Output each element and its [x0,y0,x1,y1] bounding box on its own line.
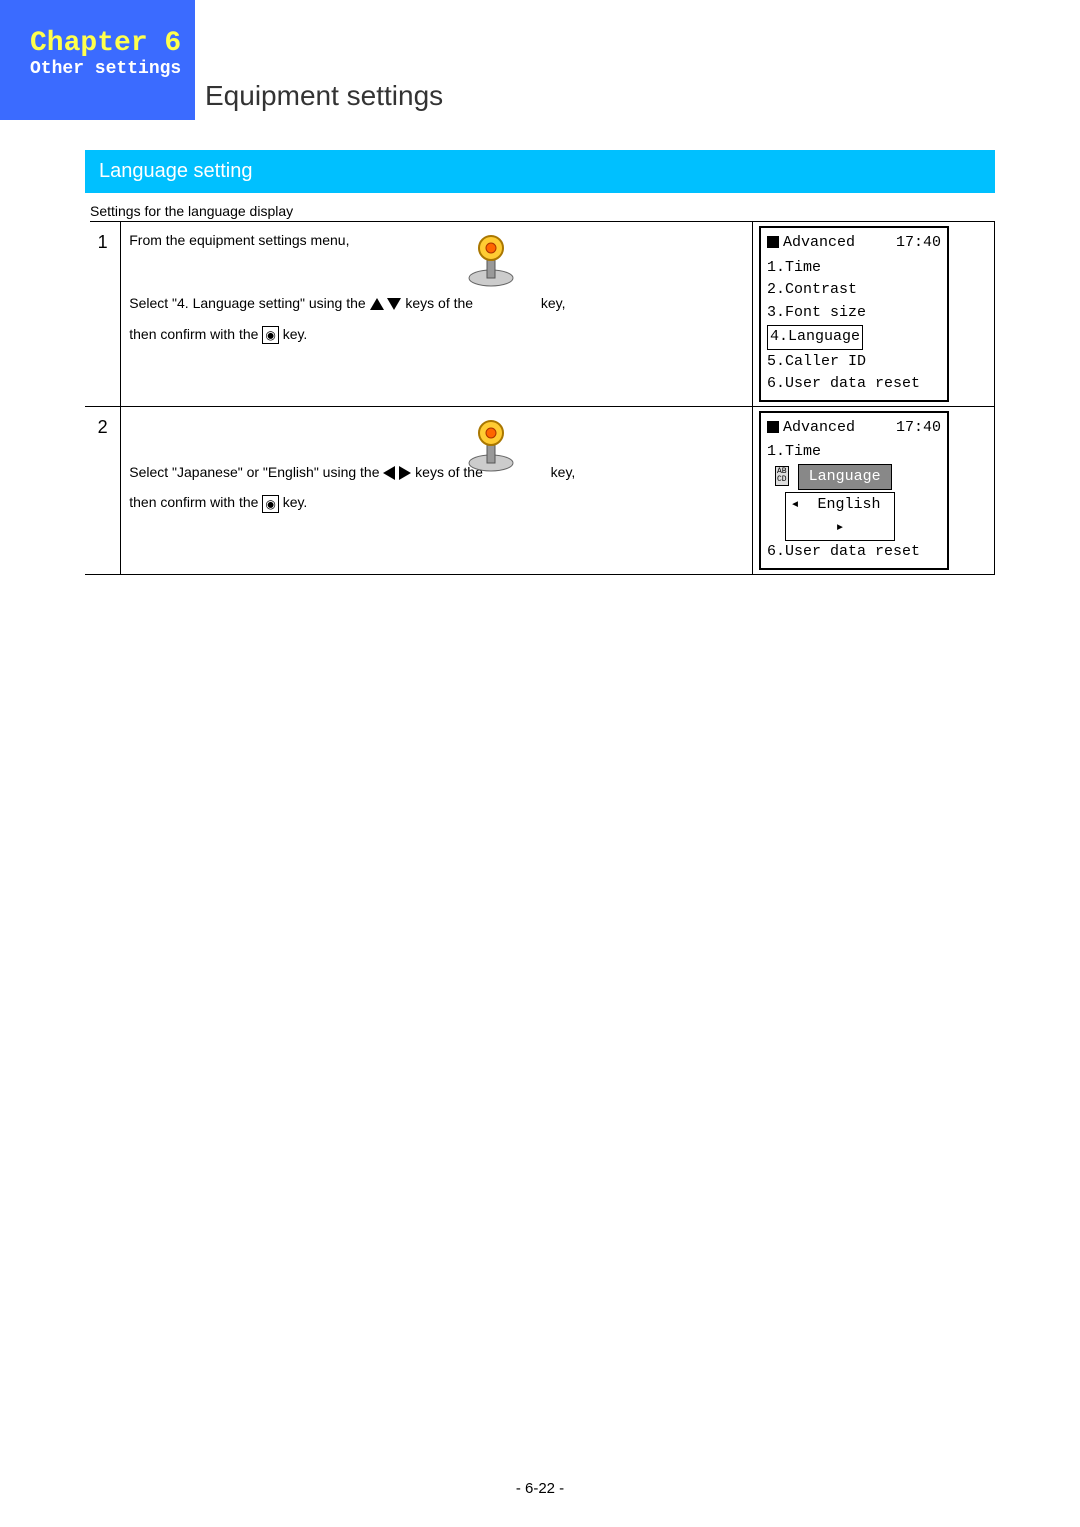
step-instruction: Select "4. Language setting" using the k… [129,288,744,319]
chapter-header: Chapter 6 Other settings [0,0,195,120]
step-row: 2 Select "Japanese" or "English" using t… [85,406,995,574]
step-description: Select "Japanese" or "English" using the… [121,406,753,574]
screen-cell: Advanced 17:40 1.Time ABCD Language ◂ En… [753,406,995,574]
screen-indicator-icon [767,421,779,433]
up-arrow-icon [370,298,384,310]
text: Select "Japanese" or "English" using the [129,464,383,480]
screen-title: Advanced [783,419,855,436]
step-number: 1 [85,222,121,406]
page-number: - 6-22 - [0,1480,1080,1497]
language-value: English [818,496,881,513]
joystick-icon [461,415,521,475]
text: then confirm with the [129,326,262,342]
text: Select "4. Language setting" using the [129,295,369,311]
text: key. [283,326,308,342]
menu-item: 2.Contrast [767,279,941,302]
lcd-screen: Advanced 17:40 1.Time ABCD Language ◂ En… [759,411,949,570]
text: keys of the [405,295,477,311]
step-line1: From the equipment settings menu, [129,232,744,248]
language-icon: ABCD [775,466,789,486]
lcd-screen: Advanced 17:40 1.Time 2.Contrast 3.Font … [759,226,949,402]
left-caret-icon: ◂ [790,496,799,513]
menu-item: 3.Font size [767,302,941,325]
menu-item: 1.Time [767,257,941,280]
section-title: Language setting [85,150,995,193]
down-arrow-icon [387,298,401,310]
language-selector: ◂ English ▸ [785,492,895,541]
step-instruction: Select "Japanese" or "English" using the… [129,457,744,488]
popup-label: Language [798,464,892,491]
enter-key-icon: ◉ [262,495,278,513]
page-title: Equipment settings [205,80,443,112]
step-confirm: then confirm with the ◉ key. [129,319,744,350]
enter-key-icon: ◉ [262,326,278,344]
text: key, [551,464,576,480]
screen-title: Advanced [783,234,855,251]
screen-time: 17:40 [896,417,941,440]
step-description: From the equipment settings menu, Select… [121,222,753,406]
menu-item: 5.Caller ID [767,351,941,374]
chapter-subtitle: Other settings [30,59,195,79]
screen-cell: Advanced 17:40 1.Time 2.Contrast 3.Font … [753,222,995,406]
menu-item: 1.Time [767,441,941,464]
intro-text: Settings for the language display [90,203,995,222]
menu-item: 6.User data reset [767,373,941,396]
step-confirm: then confirm with the ◉ key. [129,487,744,518]
steps-table: 1 From the equipment settings menu, Sele… [85,222,995,575]
text: key, [541,295,566,311]
screen-time: 17:40 [896,232,941,255]
menu-item-selected: 4.Language [767,325,863,350]
right-caret-icon: ▸ [835,519,844,536]
left-arrow-icon [383,466,395,480]
menu-item: 6.User data reset [767,541,941,564]
right-arrow-icon [399,466,411,480]
step-number: 2 [85,406,121,574]
screen-indicator-icon [767,236,779,248]
chapter-label: Chapter 6 [30,28,195,59]
text: key. [283,494,308,510]
step-row: 1 From the equipment settings menu, Sele… [85,222,995,406]
joystick-icon [461,230,521,290]
text: then confirm with the [129,494,262,510]
